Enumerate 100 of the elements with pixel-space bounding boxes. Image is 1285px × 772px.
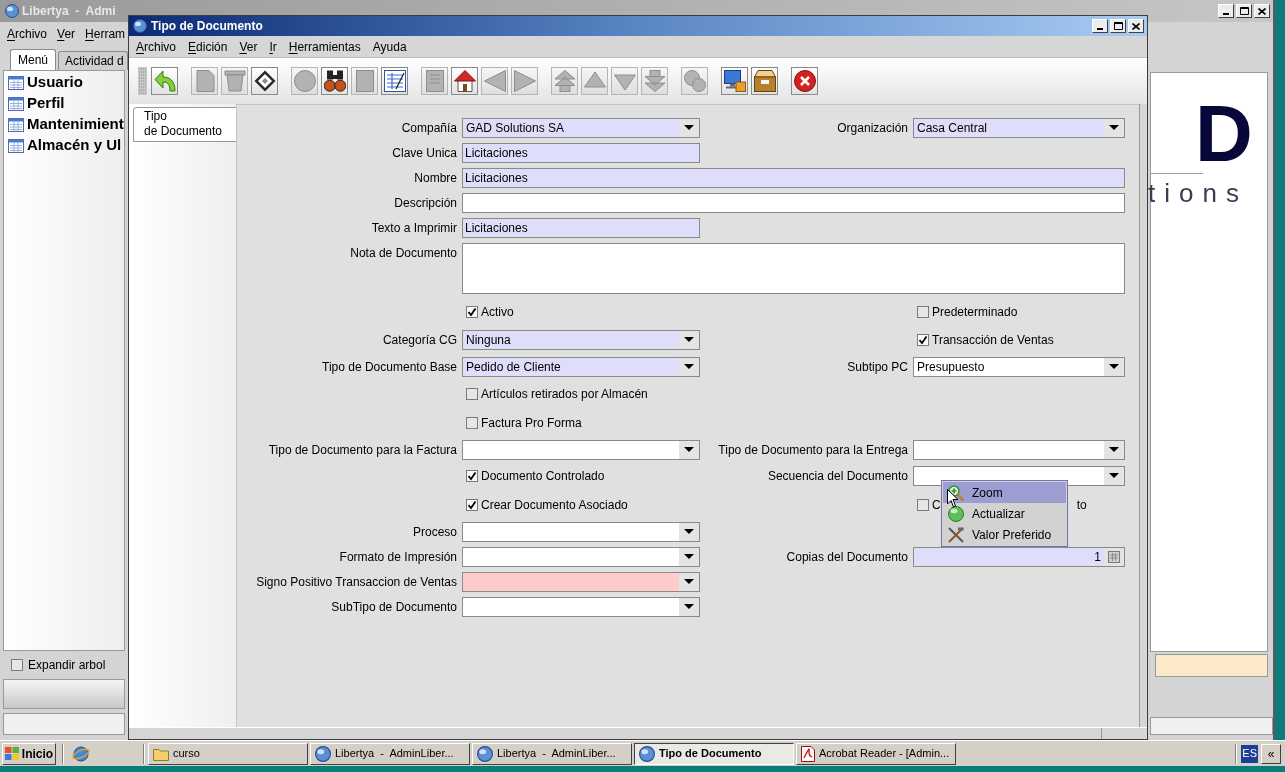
page-icon [423, 70, 446, 92]
menu-item[interactable]: Actualizar [943, 503, 1066, 524]
tray-expand-button[interactable]: « [1261, 743, 1281, 764]
checkbox[interactable] [466, 387, 478, 400]
field-label: Proceso [412, 523, 457, 541]
caret-icon [679, 357, 699, 376]
tree-item[interactable]: Perfil [8, 93, 124, 114]
minimize-icon [1223, 13, 1229, 15]
task-button[interactable]: Acrobat Reader - [Admin... [796, 742, 956, 765]
dropdown[interactable] [462, 571, 700, 592]
number-field[interactable]: 1 [913, 546, 1125, 567]
toolbar-button[interactable] [451, 67, 478, 95]
toolbar-button[interactable] [751, 67, 778, 95]
menu-item[interactable]: Ver [55, 24, 78, 43]
checkbox-label: to [1076, 496, 1087, 514]
checkbox-label: Crear Documento Asociado [481, 496, 628, 514]
menu-item[interactable]: Archivo [5, 24, 50, 43]
checkbox[interactable] [466, 416, 478, 429]
task-button[interactable]: Libertya - AdminLiber... [472, 742, 632, 765]
field-label: Texto a Imprimir [371, 219, 457, 237]
caret-icon [1104, 467, 1124, 485]
caret-icon [679, 572, 699, 591]
dropdown[interactable] [462, 439, 700, 460]
menu-item[interactable]: Herramientas [287, 37, 362, 56]
text-field[interactable] [462, 192, 1125, 213]
dropdown[interactable]: Pedido de Cliente [462, 356, 700, 377]
toolbar-button[interactable] [321, 67, 348, 95]
text-field[interactable]: Licitaciones [462, 142, 700, 163]
task-button[interactable]: Libertya - AdminLiber... [310, 742, 470, 765]
toolbar-button[interactable] [791, 67, 818, 95]
checkbox[interactable] [917, 305, 929, 318]
checkbox[interactable] [466, 498, 478, 511]
maximize-button[interactable] [1110, 19, 1126, 33]
menu-item[interactable]: Zoom [943, 482, 1066, 503]
menu-item[interactable]: Herram [83, 24, 128, 43]
toolbar-button[interactable] [251, 67, 278, 95]
checkbox-label: Documento Controlado [481, 468, 605, 485]
calculator-icon[interactable] [1104, 547, 1124, 566]
field-label: Tipo de Documento para la Entrega [718, 441, 908, 459]
house-icon [453, 70, 476, 92]
menu-item[interactable]: Ayuda [371, 37, 408, 56]
dropdown[interactable]: Casa Central [913, 117, 1125, 138]
right-arrow-icon [513, 70, 536, 92]
field-label: Subtipo PC [847, 358, 908, 376]
toolbar-button[interactable] [381, 67, 408, 95]
dropdown[interactable] [913, 439, 1125, 460]
dropdown[interactable]: GAD Solutions SA [462, 117, 700, 138]
text-field[interactable]: Licitaciones [462, 217, 700, 238]
toolbar-button[interactable] [721, 67, 748, 95]
window-title: Tipo de Documento [151, 18, 263, 35]
dropdown[interactable]: Presupuesto [913, 356, 1125, 377]
field-label: Clave Unica [392, 144, 457, 162]
window-icon [8, 117, 24, 132]
dropdown[interactable]: Ninguna [462, 330, 700, 350]
tree-item[interactable]: Mantenimient [8, 114, 124, 135]
tree-item[interactable]: Usuario [8, 72, 124, 93]
menu-item[interactable]: Archivo [135, 37, 178, 56]
sphere-icon [639, 745, 655, 762]
menu-item[interactable]: Edición [187, 37, 229, 56]
text-area[interactable] [462, 243, 1125, 294]
tree-item[interactable]: Almacén y Ul [8, 135, 124, 156]
menu-item[interactable]: Ver [238, 37, 259, 56]
menu-item[interactable]: Ir [268, 37, 278, 56]
minimize-button[interactable] [1092, 19, 1108, 33]
checkbox-label: Artículos retirados por Almacén [481, 385, 648, 403]
field-label: Formato de Impresión [339, 548, 457, 566]
dropdown[interactable] [462, 596, 700, 617]
maximize-icon [1113, 22, 1123, 30]
text-field[interactable]: Licitaciones [462, 167, 1125, 188]
checkbox[interactable] [11, 659, 23, 671]
maximize-icon [1239, 7, 1249, 15]
language-indicator[interactable]: ES [1241, 744, 1258, 763]
minimize-icon [1097, 28, 1103, 30]
tab[interactable]: Menú [10, 49, 57, 70]
close-button[interactable] [1254, 4, 1270, 18]
maximize-button[interactable] [1236, 4, 1252, 18]
field-label: Copias del Documento [786, 548, 908, 566]
start-button[interactable]: Inicio [2, 742, 56, 765]
task-button[interactable]: curso [148, 742, 308, 765]
checkbox[interactable] [466, 470, 478, 482]
checkbox[interactable] [917, 498, 929, 511]
close-button[interactable] [1128, 19, 1144, 33]
minimize-button[interactable] [1218, 4, 1234, 18]
planet-icon[interactable] [72, 744, 90, 763]
menu-item[interactable]: Valor Preferido [943, 524, 1066, 545]
field-label: SubTipo de Documento [331, 598, 457, 616]
tools-icon [948, 526, 964, 543]
checkbox-label: Predeterminado [932, 303, 1018, 321]
caret-icon [679, 547, 699, 566]
checkbox[interactable] [917, 334, 929, 346]
caret-icon [1104, 357, 1124, 376]
close-icon [793, 70, 816, 92]
toolbar-grip[interactable] [138, 67, 147, 95]
checkbox[interactable] [466, 305, 478, 318]
dropdown[interactable] [462, 546, 700, 567]
task-button[interactable]: Tipo de Documento [634, 742, 794, 765]
tab[interactable]: Actividad d [58, 51, 128, 70]
side-tab[interactable]: Tipo de Documento [133, 107, 236, 142]
checkbox-label: Activo [481, 303, 514, 321]
dropdown[interactable] [462, 521, 700, 542]
